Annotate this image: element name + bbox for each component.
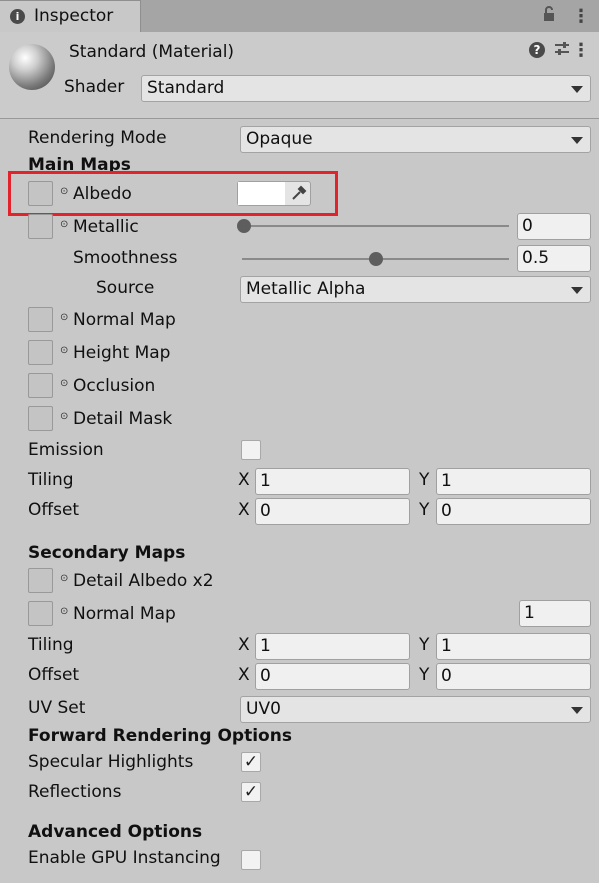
texture-picker-icon[interactable]: ⊙ (60, 219, 68, 230)
uv-set-value: UV0 (246, 699, 281, 719)
help-icon[interactable]: ? (529, 42, 545, 58)
secondary-normal-map-texture-slot[interactable] (28, 601, 53, 626)
rendering-mode-dropdown[interactable]: Opaque (240, 126, 591, 153)
shader-label: Shader (64, 77, 125, 97)
texture-picker-icon[interactable]: ⊙ (60, 573, 68, 584)
advanced-options-heading: Advanced Options (28, 822, 203, 842)
highlight-box (8, 171, 338, 216)
occlusion-label: Occlusion (73, 376, 156, 396)
detail-albedo-texture-slot[interactable] (28, 568, 53, 593)
metallic-slider-track[interactable] (242, 225, 509, 227)
source-value: Metallic Alpha (246, 279, 366, 299)
normal-map-label: Normal Map (73, 310, 176, 330)
shader-dropdown[interactable]: Standard (141, 75, 591, 102)
offset-x-label: X (238, 500, 250, 520)
metallic-value-field[interactable]: 0 (517, 213, 591, 240)
height-map-texture-slot[interactable] (28, 340, 53, 365)
reflections-label: Reflections (28, 782, 122, 802)
secondary-offset-x-label: X (238, 665, 250, 685)
header-kebab-icon[interactable]: ⋮ (572, 40, 590, 61)
tiling-y-field[interactable]: 1 (436, 468, 591, 495)
texture-picker-icon[interactable]: ⊙ (60, 378, 68, 389)
secondary-offset-y-label: Y (419, 665, 430, 685)
secondary-offset-x-field[interactable]: 0 (255, 663, 410, 690)
emission-label: Emission (28, 440, 104, 460)
info-icon: i (10, 9, 25, 24)
occlusion-texture-slot[interactable] (28, 373, 53, 398)
secondary-tiling-label: Tiling (28, 635, 74, 655)
rendering-mode-value: Opaque (246, 129, 313, 149)
emission-checkbox[interactable] (241, 440, 261, 460)
tab-inspector[interactable]: i Inspector (0, 0, 141, 32)
offset-y-label: Y (419, 500, 430, 520)
smoothness-label: Smoothness (73, 248, 178, 268)
secondary-maps-heading: Secondary Maps (28, 543, 186, 563)
reflections-checkbox[interactable]: ✓ (241, 782, 261, 802)
chevron-down-icon (571, 86, 583, 93)
detail-mask-label: Detail Mask (73, 409, 173, 429)
texture-picker-icon[interactable]: ⊙ (60, 411, 68, 422)
source-dropdown[interactable]: Metallic Alpha (240, 276, 591, 303)
smoothness-value-field[interactable]: 0.5 (517, 245, 591, 272)
material-title: Standard (Material) (69, 42, 235, 62)
specular-highlights-checkbox[interactable]: ✓ (241, 752, 261, 772)
tiling-x-field[interactable]: 1 (255, 468, 410, 495)
tab-title: Inspector (34, 6, 114, 26)
specular-highlights-label: Specular Highlights (28, 752, 194, 772)
secondary-tiling-x-label: X (238, 635, 250, 655)
secondary-tiling-x-field[interactable]: 1 (255, 633, 410, 660)
metallic-label: Metallic (73, 217, 139, 237)
settings-icon[interactable] (554, 40, 570, 62)
rendering-mode-label: Rendering Mode (28, 128, 167, 148)
texture-picker-icon[interactable]: ⊙ (60, 345, 68, 356)
shader-value: Standard (147, 78, 225, 98)
uv-set-label: UV Set (28, 698, 86, 718)
forward-rendering-heading: Forward Rendering Options (28, 726, 292, 746)
metallic-texture-slot[interactable] (28, 214, 53, 239)
gpu-instancing-label: Enable GPU Instancing (28, 848, 221, 868)
tiling-label: Tiling (28, 470, 74, 490)
secondary-normal-map-label: Normal Map (73, 604, 176, 624)
chevron-down-icon (571, 137, 583, 144)
material-preview-sphere (9, 44, 55, 90)
offset-y-field[interactable]: 0 (436, 498, 591, 525)
chevron-down-icon (571, 287, 583, 294)
kebab-menu-icon[interactable]: ⋮ (572, 6, 590, 27)
secondary-offset-y-field[interactable]: 0 (436, 663, 591, 690)
detail-albedo-label: Detail Albedo x2 (73, 571, 214, 591)
smoothness-slider-thumb[interactable] (368, 252, 383, 266)
secondary-normal-scale-field[interactable]: 1 (519, 600, 591, 627)
height-map-label: Height Map (73, 343, 171, 363)
secondary-offset-label: Offset (28, 665, 80, 685)
metallic-slider-thumb[interactable] (237, 219, 251, 233)
lock-icon[interactable] (542, 6, 556, 26)
offset-x-field[interactable]: 0 (255, 498, 410, 525)
texture-picker-icon[interactable]: ⊙ (60, 606, 68, 617)
texture-picker-icon[interactable]: ⊙ (60, 312, 68, 323)
normal-map-texture-slot[interactable] (28, 307, 53, 332)
tiling-x-label: X (238, 470, 250, 490)
chevron-down-icon (571, 707, 583, 714)
offset-label: Offset (28, 500, 80, 520)
uv-set-dropdown[interactable]: UV0 (240, 696, 591, 723)
gpu-instancing-checkbox[interactable] (241, 850, 261, 870)
detail-mask-texture-slot[interactable] (28, 406, 53, 431)
tiling-y-label: Y (419, 470, 430, 490)
source-label: Source (96, 278, 155, 298)
secondary-tiling-y-field[interactable]: 1 (436, 633, 591, 660)
secondary-tiling-y-label: Y (419, 635, 430, 655)
